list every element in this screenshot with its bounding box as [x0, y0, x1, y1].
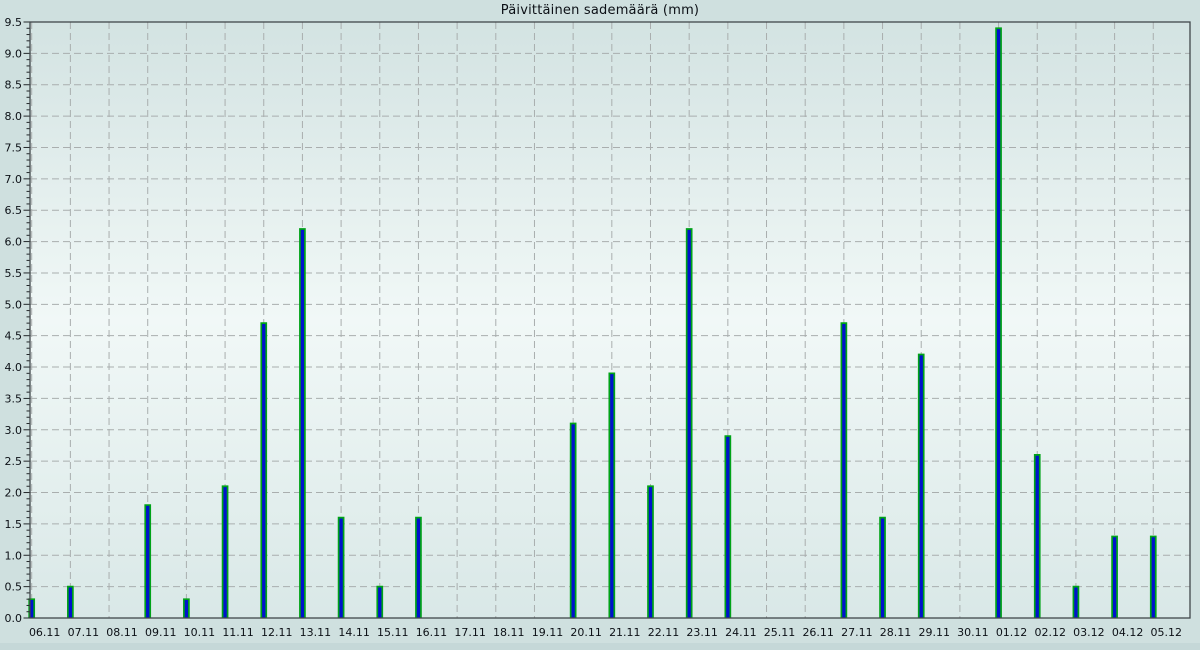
rainfall-bar-chart: 0.0 0.5 1.0 1.5 2.0 2.5 3.0 3.5 4.0 4.5 5.0 5.5 6.0 6… [0, 0, 1200, 650]
x-axis-label: 14.11 [338, 626, 370, 639]
x-axis-label: 06.11 [29, 626, 61, 639]
x-axis-label: 25.11 [764, 626, 796, 639]
bar [1112, 536, 1117, 618]
x-axis-label: 03.12 [1073, 626, 1105, 639]
x-axis-label: 11.11 [222, 626, 254, 639]
x-axis-label: 23.11 [686, 626, 718, 639]
bar [687, 229, 692, 618]
y-axis-label: 0.5 [5, 581, 23, 594]
x-axis-label: 10.11 [184, 626, 216, 639]
y-axis-label: 1.0 [5, 549, 23, 562]
y-axis-label: 0.0 [5, 612, 23, 625]
x-axis-label: 05.12 [1151, 626, 1183, 639]
x-axis-label: 20.11 [570, 626, 602, 639]
chart-window: Päivittäinen sademäärä (mm) 0.00.51.01.5… [0, 0, 1200, 650]
x-axis-label: 12.11 [261, 626, 293, 639]
y-axis-label: 1.5 [5, 518, 23, 531]
y-axis-label: 4.5 [5, 330, 23, 343]
y-axis-label: 3.5 [5, 392, 23, 405]
x-axis-label: 18.11 [493, 626, 525, 639]
y-axis-label: 5.5 [5, 267, 23, 280]
bar [223, 486, 228, 618]
bar [68, 587, 73, 618]
window-bottom-strip [0, 643, 1200, 650]
x-axis-label: 08.11 [106, 626, 138, 639]
y-axis-label: 2.0 [5, 487, 23, 500]
bar [1151, 536, 1156, 618]
x-axis-label: 02.12 [1034, 626, 1066, 639]
x-axis-label: 19.11 [532, 626, 564, 639]
x-axis-label: 22.11 [648, 626, 680, 639]
x-axis-label: 01.12 [996, 626, 1028, 639]
bar [841, 323, 846, 618]
x-axis-label: 30.11 [957, 626, 989, 639]
bar [571, 424, 576, 618]
bar [919, 355, 924, 618]
bar [880, 518, 885, 618]
y-axis-label: 4.0 [5, 361, 23, 374]
y-axis-label: 5.0 [5, 298, 23, 311]
x-axis-label: 28.11 [880, 626, 912, 639]
x-axis-label: 07.11 [68, 626, 100, 639]
x-axis-label: 26.11 [802, 626, 834, 639]
bar [261, 323, 266, 618]
x-axis-label: 16.11 [416, 626, 448, 639]
y-axis-label: 7.5 [5, 141, 23, 154]
bar [725, 436, 730, 618]
y-axis-label: 8.0 [5, 110, 23, 123]
y-axis-label: 8.5 [5, 79, 23, 92]
x-axis-label: 09.11 [145, 626, 177, 639]
x-axis-label: 27.11 [841, 626, 873, 639]
bar [648, 486, 653, 618]
bar [416, 518, 421, 618]
x-axis-label: 17.11 [454, 626, 486, 639]
x-axis-label: 24.11 [725, 626, 757, 639]
bar [184, 599, 189, 618]
bar [377, 587, 382, 618]
bar [609, 373, 614, 618]
bar [1073, 587, 1078, 618]
y-axis-label: 3.0 [5, 424, 23, 437]
y-axis-label: 6.0 [5, 236, 23, 249]
y-axis-label: 9.5 [5, 16, 23, 29]
x-axis-label: 29.11 [918, 626, 950, 639]
bar [145, 505, 150, 618]
x-axis-label: 15.11 [377, 626, 409, 639]
bar [339, 518, 344, 618]
bar [300, 229, 305, 618]
x-axis-label: 13.11 [300, 626, 332, 639]
y-axis-label: 9.0 [5, 47, 23, 60]
bar [1035, 455, 1040, 618]
y-axis-label: 2.5 [5, 455, 23, 468]
y-axis-label: 7.0 [5, 173, 23, 186]
bar [996, 28, 1001, 618]
y-axis-label: 6.5 [5, 204, 23, 217]
x-axis-label: 04.12 [1112, 626, 1144, 639]
x-axis-label: 21.11 [609, 626, 641, 639]
